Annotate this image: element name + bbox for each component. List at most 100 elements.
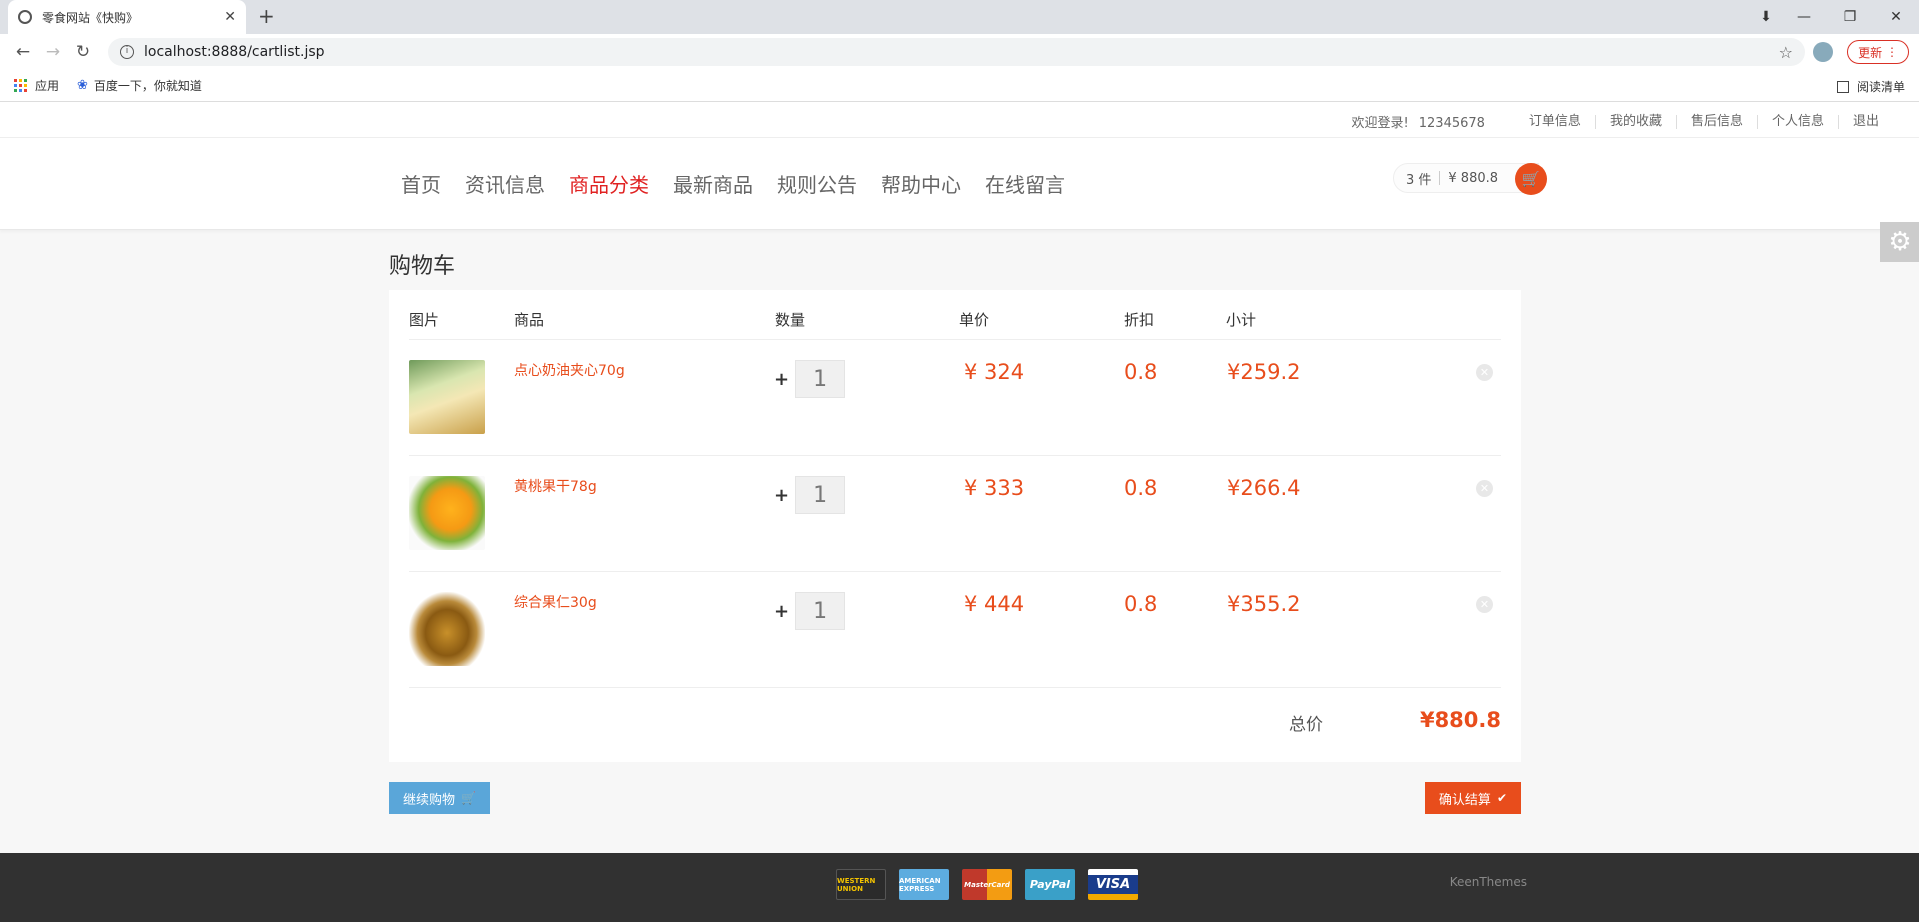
table-row: 黄桃果干78g + 1 ¥ 333 0.8 ¥266.4 ✕ — [409, 456, 1501, 572]
quantity-input[interactable]: 1 — [795, 476, 846, 514]
remove-icon[interactable]: ✕ — [1476, 596, 1493, 613]
check-icon: ✔ — [1496, 791, 1507, 805]
site-footer: WESTERN UNION AMERICAN EXPRESS MasterCar… — [0, 853, 1919, 922]
bookmark-star-icon[interactable]: ☆ — [1779, 43, 1793, 62]
header-product: 商品 — [514, 311, 545, 329]
settings-gear-icon[interactable]: ⚙ — [1880, 222, 1919, 262]
info-icon[interactable]: i — [120, 45, 134, 59]
bookmark-label: 百度一下，你就知道 — [93, 79, 202, 93]
quantity-stepper: + 1 — [774, 592, 846, 630]
omnibox[interactable]: i localhost:8888/cartlist.jsp ☆ — [108, 38, 1805, 66]
unit-price: ¥ 324 — [964, 360, 1025, 384]
header-quantity: 数量 — [775, 311, 806, 329]
remove-icon[interactable]: ✕ — [1476, 364, 1493, 381]
nav-new-products[interactable]: 最新商品 — [673, 169, 753, 198]
subtotal: ¥259.2 — [1227, 360, 1301, 384]
link-after-sales[interactable]: 售后信息 — [1675, 114, 1757, 129]
product-name[interactable]: 综合果仁30g — [514, 592, 597, 612]
bookmarks-bar: 应用 ❀ 百度一下，你就知道 阅读清单 — [0, 70, 1919, 102]
cart-panel: 图片 商品 数量 单价 折扣 小计 点心奶油夹心70g + 1 ¥ 324 0.… — [389, 290, 1521, 762]
bookmark-label: 应用 — [35, 79, 60, 93]
update-label: 更新 — [1858, 45, 1883, 60]
username: 12345678 — [1418, 116, 1485, 131]
discount: 0.8 — [1124, 476, 1158, 500]
product-name[interactable]: 点心奶油夹心70g — [514, 360, 625, 380]
nav-home[interactable]: 首页 — [401, 169, 441, 198]
reading-list-button[interactable]: 阅读清单 — [1836, 78, 1905, 95]
mastercard-icon: MasterCard — [962, 869, 1012, 900]
subtotal: ¥266.4 — [1227, 476, 1301, 500]
header-discount: 折扣 — [1124, 311, 1155, 329]
address-bar-row: ← → ↻ i localhost:8888/cartlist.jsp ☆ 更新… — [0, 34, 1919, 70]
plus-button[interactable]: + — [774, 369, 789, 390]
remove-icon[interactable]: ✕ — [1476, 480, 1493, 497]
paypal-icon: PayPal — [1025, 869, 1075, 900]
discount: 0.8 — [1124, 360, 1158, 384]
close-icon[interactable]: ✕ — [224, 9, 236, 25]
baidu-paw-icon: ❀ — [77, 78, 88, 93]
forward-button[interactable]: → — [38, 42, 68, 62]
product-image[interactable] — [409, 476, 485, 550]
link-favorites[interactable]: 我的收藏 — [1594, 114, 1676, 129]
new-tab-button[interactable]: + — [258, 4, 275, 28]
back-button[interactable]: ← — [8, 42, 38, 62]
minimize-button[interactable]: — — [1781, 9, 1827, 25]
continue-shopping-button[interactable]: 继续购物 🛒 — [389, 782, 490, 814]
tab-bar: 零食网站《快购》 ✕ + ⬇ — ❐ ✕ — [0, 0, 1919, 34]
unit-price: ¥ 333 — [964, 476, 1025, 500]
cart-count: 3 件 — [1406, 172, 1432, 188]
table-header: 图片 商品 数量 单价 折扣 小计 — [409, 290, 1501, 340]
welcome-label: 欢迎登录! — [1351, 116, 1409, 131]
site-header: 首页 资讯信息 商品分类 最新商品 规则公告 帮助中心 在线留言 3 件 ¥ 8… — [0, 138, 1919, 230]
header-image: 图片 — [409, 311, 440, 329]
bookmark-baidu[interactable]: ❀ 百度一下，你就知道 — [77, 77, 202, 94]
cart-widget[interactable]: 3 件 ¥ 880.8 🛒 — [1393, 163, 1548, 195]
confirm-checkout-button[interactable]: 确认结算 ✔ — [1424, 782, 1521, 814]
product-image[interactable] — [409, 592, 485, 666]
tab-title: 零食网站《快购》 — [42, 10, 139, 25]
link-orders[interactable]: 订单信息 — [1515, 114, 1595, 129]
header-subtotal: 小计 — [1226, 311, 1257, 329]
browser-tab[interactable]: 零食网站《快购》 ✕ — [8, 0, 246, 34]
header-unit-price: 单价 — [959, 311, 990, 329]
restore-button[interactable]: ❐ — [1827, 9, 1873, 25]
downloads-icon[interactable]: ⬇ — [1751, 9, 1781, 25]
subtotal: ¥355.2 — [1227, 592, 1301, 616]
plus-button[interactable]: + — [774, 601, 789, 622]
link-profile[interactable]: 个人信息 — [1756, 114, 1838, 129]
action-buttons: 继续购物 🛒 确认结算 ✔ — [389, 782, 1521, 816]
quantity-stepper: + 1 — [774, 476, 846, 514]
table-row: 综合果仁30g + 1 ¥ 444 0.8 ¥355.2 ✕ — [409, 572, 1501, 688]
product-name[interactable]: 黄桃果干78g — [514, 476, 597, 496]
nav-news[interactable]: 资讯信息 — [465, 169, 545, 198]
nav-message[interactable]: 在线留言 — [985, 169, 1065, 198]
cart-icon: 🛒 — [461, 791, 476, 805]
url-text[interactable]: localhost:8888/cartlist.jsp — [144, 44, 1779, 60]
plus-button[interactable]: + — [774, 485, 789, 506]
nav-categories[interactable]: 商品分类 — [569, 169, 649, 198]
main-nav: 首页 资讯信息 商品分类 最新商品 规则公告 帮助中心 在线留言 — [401, 169, 1089, 198]
unit-price: ¥ 444 — [964, 592, 1025, 616]
globe-icon — [18, 10, 32, 24]
cart-icon[interactable]: 🛒 — [1515, 163, 1548, 195]
cart-content: 购物车 图片 商品 数量 单价 折扣 小计 点心奶油夹心70g + 1 ¥ 32… — [389, 248, 1521, 816]
quantity-input[interactable]: 1 — [795, 360, 846, 398]
total-label: 总价 — [1289, 715, 1323, 735]
update-button[interactable]: 更新 ⋮ — [1847, 40, 1909, 64]
discount: 0.8 — [1124, 592, 1158, 616]
browser-chrome: 零食网站《快购》 ✕ + ⬇ — ❐ ✕ ← → ↻ i localhost:8… — [0, 0, 1919, 102]
confirm-label: 确认结算 — [1438, 792, 1491, 808]
quantity-input[interactable]: 1 — [795, 592, 846, 630]
close-window-button[interactable]: ✕ — [1873, 9, 1919, 25]
link-logout[interactable]: 退出 — [1837, 114, 1893, 129]
footer-brand: KeenThemes — [1449, 875, 1527, 889]
nav-rules[interactable]: 规则公告 — [777, 169, 857, 198]
reload-button[interactable]: ↻ — [68, 42, 98, 62]
quantity-stepper: + 1 — [774, 360, 846, 398]
bookmark-apps[interactable]: 应用 — [14, 77, 59, 94]
product-image[interactable] — [409, 360, 485, 434]
nav-help[interactable]: 帮助中心 — [881, 169, 961, 198]
profile-avatar[interactable] — [1813, 42, 1833, 62]
continue-label: 继续购物 — [403, 792, 456, 808]
amex-icon: AMERICAN EXPRESS — [899, 869, 949, 900]
